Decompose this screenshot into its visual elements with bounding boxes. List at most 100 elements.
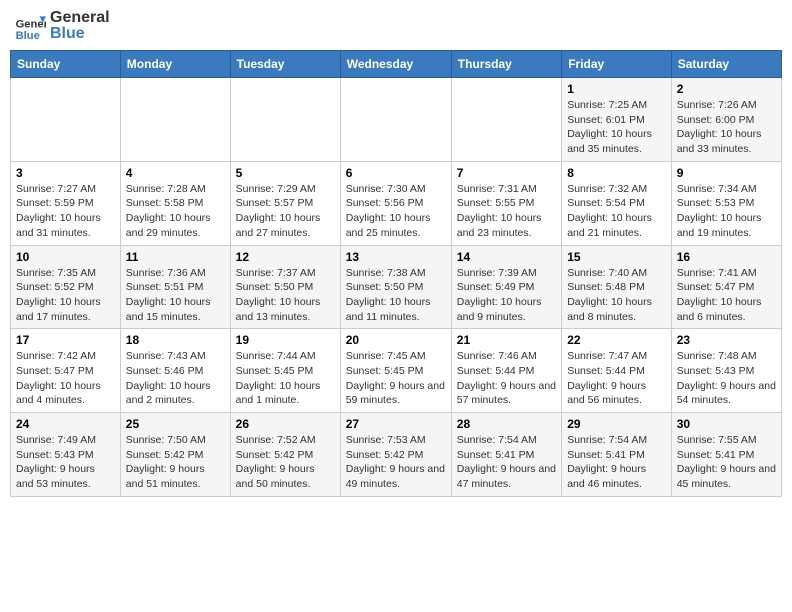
- day-header-saturday: Saturday: [671, 51, 781, 78]
- day-number: 5: [236, 166, 335, 180]
- calendar-cell: 28 Sunrise: 7:54 AM Sunset: 5:41 PM Dayli…: [451, 413, 561, 497]
- day-number: 25: [126, 417, 225, 431]
- day-number: 20: [346, 333, 446, 347]
- day-number: 11: [126, 250, 225, 264]
- day-info: Sunrise: 7:26 AM Sunset: 6:00 PM Dayligh…: [677, 98, 776, 157]
- calendar-cell: 4 Sunrise: 7:28 AM Sunset: 5:58 PM Daylig…: [120, 161, 230, 245]
- calendar-cell: 17 Sunrise: 7:42 AM Sunset: 5:47 PM Dayli…: [11, 329, 121, 413]
- day-info: Sunrise: 7:41 AM Sunset: 5:47 PM Dayligh…: [677, 266, 776, 325]
- day-info: Sunrise: 7:40 AM Sunset: 5:48 PM Dayligh…: [567, 266, 666, 325]
- day-info: Sunrise: 7:48 AM Sunset: 5:43 PM Dayligh…: [677, 349, 776, 408]
- day-number: 16: [677, 250, 776, 264]
- day-number: 8: [567, 166, 666, 180]
- calendar-table: SundayMondayTuesdayWednesdayThursdayFrid…: [10, 50, 782, 497]
- day-info: Sunrise: 7:46 AM Sunset: 5:44 PM Dayligh…: [457, 349, 556, 408]
- page-header: General Blue General Blue: [10, 10, 782, 42]
- calendar-cell: 19 Sunrise: 7:44 AM Sunset: 5:45 PM Dayli…: [230, 329, 340, 413]
- calendar-cell: 3 Sunrise: 7:27 AM Sunset: 5:59 PM Daylig…: [11, 161, 121, 245]
- calendar-cell: 9 Sunrise: 7:34 AM Sunset: 5:53 PM Daylig…: [671, 161, 781, 245]
- calendar-cell: 29Sunrise: 7:54 AM Sunset: 5:41 PM Dayli…: [562, 413, 672, 497]
- day-info: Sunrise: 7:53 AM Sunset: 5:42 PM Dayligh…: [346, 433, 446, 492]
- calendar-cell: 15Sunrise: 7:40 AM Sunset: 5:48 PM Dayli…: [562, 245, 672, 329]
- calendar-cell: [340, 78, 451, 162]
- day-info: Sunrise: 7:47 AM Sunset: 5:44 PM Dayligh…: [567, 349, 666, 408]
- calendar-week-4: 17 Sunrise: 7:42 AM Sunset: 5:47 PM Dayli…: [11, 329, 782, 413]
- day-info: Sunrise: 7:32 AM Sunset: 5:54 PM Dayligh…: [567, 182, 666, 241]
- day-number: 10: [16, 250, 115, 264]
- calendar-cell: 23 Sunrise: 7:48 AM Sunset: 5:43 PM Dayli…: [671, 329, 781, 413]
- day-number: 3: [16, 166, 115, 180]
- day-info: Sunrise: 7:49 AM Sunset: 5:43 PM Dayligh…: [16, 433, 115, 492]
- day-info: Sunrise: 7:35 AM Sunset: 5:52 PM Dayligh…: [16, 266, 115, 325]
- day-header-thursday: Thursday: [451, 51, 561, 78]
- day-number: 28: [457, 417, 556, 431]
- calendar-cell: 6Sunrise: 7:30 AM Sunset: 5:56 PM Daylig…: [340, 161, 451, 245]
- day-info: Sunrise: 7:39 AM Sunset: 5:49 PM Dayligh…: [457, 266, 556, 325]
- day-number: 4: [126, 166, 225, 180]
- calendar-cell: 5 Sunrise: 7:29 AM Sunset: 5:57 PM Daylig…: [230, 161, 340, 245]
- calendar-cell: [11, 78, 121, 162]
- day-info: Sunrise: 7:34 AM Sunset: 5:53 PM Dayligh…: [677, 182, 776, 241]
- logo-general: General: [50, 10, 110, 26]
- day-info: Sunrise: 7:54 AM Sunset: 5:41 PM Dayligh…: [567, 433, 666, 492]
- day-info: Sunrise: 7:27 AM Sunset: 5:59 PM Dayligh…: [16, 182, 115, 241]
- day-info: Sunrise: 7:52 AM Sunset: 5:42 PM Dayligh…: [236, 433, 335, 492]
- day-info: Sunrise: 7:42 AM Sunset: 5:47 PM Dayligh…: [16, 349, 115, 408]
- day-header-monday: Monday: [120, 51, 230, 78]
- day-number: 18: [126, 333, 225, 347]
- day-number: 7: [457, 166, 556, 180]
- calendar-cell: 27 Sunrise: 7:53 AM Sunset: 5:42 PM Dayli…: [340, 413, 451, 497]
- calendar-cell: [120, 78, 230, 162]
- day-number: 21: [457, 333, 556, 347]
- day-number: 12: [236, 250, 335, 264]
- day-number: 22: [567, 333, 666, 347]
- day-info: Sunrise: 7:38 AM Sunset: 5:50 PM Dayligh…: [346, 266, 446, 325]
- svg-text:General: General: [16, 19, 46, 31]
- day-number: 23: [677, 333, 776, 347]
- day-info: Sunrise: 7:44 AM Sunset: 5:45 PM Dayligh…: [236, 349, 335, 408]
- calendar-cell: [230, 78, 340, 162]
- day-header-friday: Friday: [562, 51, 672, 78]
- calendar-cell: 8 Sunrise: 7:32 AM Sunset: 5:54 PM Daylig…: [562, 161, 672, 245]
- calendar-week-1: 1 Sunrise: 7:25 AM Sunset: 6:01 PM Daylig…: [11, 78, 782, 162]
- day-header-wednesday: Wednesday: [340, 51, 451, 78]
- day-info: Sunrise: 7:50 AM Sunset: 5:42 PM Dayligh…: [126, 433, 225, 492]
- logo-icon: General Blue: [14, 10, 46, 42]
- day-number: 19: [236, 333, 335, 347]
- calendar-week-5: 24 Sunrise: 7:49 AM Sunset: 5:43 PM Dayli…: [11, 413, 782, 497]
- day-number: 2: [677, 82, 776, 96]
- day-info: Sunrise: 7:29 AM Sunset: 5:57 PM Dayligh…: [236, 182, 335, 241]
- day-number: 24: [16, 417, 115, 431]
- calendar-cell: 1 Sunrise: 7:25 AM Sunset: 6:01 PM Daylig…: [562, 78, 672, 162]
- day-info: Sunrise: 7:45 AM Sunset: 5:45 PM Dayligh…: [346, 349, 446, 408]
- calendar-cell: 25 Sunrise: 7:50 AM Sunset: 5:42 PM Dayli…: [120, 413, 230, 497]
- day-number: 17: [16, 333, 115, 347]
- day-number: 9: [677, 166, 776, 180]
- day-number: 27: [346, 417, 446, 431]
- calendar-cell: 20 Sunrise: 7:45 AM Sunset: 5:45 PM Dayli…: [340, 329, 451, 413]
- calendar-cell: 18Sunrise: 7:43 AM Sunset: 5:46 PM Dayli…: [120, 329, 230, 413]
- day-info: Sunrise: 7:30 AM Sunset: 5:56 PM Dayligh…: [346, 182, 446, 241]
- calendar-header-row: SundayMondayTuesdayWednesdayThursdayFrid…: [11, 51, 782, 78]
- day-info: Sunrise: 7:36 AM Sunset: 5:51 PM Dayligh…: [126, 266, 225, 325]
- day-info: Sunrise: 7:55 AM Sunset: 5:41 PM Dayligh…: [677, 433, 776, 492]
- calendar-cell: 22 Sunrise: 7:47 AM Sunset: 5:44 PM Dayli…: [562, 329, 672, 413]
- calendar-cell: 30 Sunrise: 7:55 AM Sunset: 5:41 PM Dayli…: [671, 413, 781, 497]
- logo: General Blue General Blue: [14, 10, 110, 42]
- day-header-tuesday: Tuesday: [230, 51, 340, 78]
- day-number: 30: [677, 417, 776, 431]
- day-info: Sunrise: 7:54 AM Sunset: 5:41 PM Dayligh…: [457, 433, 556, 492]
- calendar-cell: 24 Sunrise: 7:49 AM Sunset: 5:43 PM Dayli…: [11, 413, 121, 497]
- calendar-week-2: 3 Sunrise: 7:27 AM Sunset: 5:59 PM Daylig…: [11, 161, 782, 245]
- logo-blue: Blue: [50, 26, 110, 42]
- calendar-cell: 12Sunrise: 7:37 AM Sunset: 5:50 PM Dayli…: [230, 245, 340, 329]
- day-info: Sunrise: 7:28 AM Sunset: 5:58 PM Dayligh…: [126, 182, 225, 241]
- day-number: 1: [567, 82, 666, 96]
- calendar-cell: 13Sunrise: 7:38 AM Sunset: 5:50 PM Dayli…: [340, 245, 451, 329]
- svg-text:Blue: Blue: [16, 30, 40, 42]
- calendar-week-3: 10 Sunrise: 7:35 AM Sunset: 5:52 PM Dayli…: [11, 245, 782, 329]
- day-header-sunday: Sunday: [11, 51, 121, 78]
- day-info: Sunrise: 7:25 AM Sunset: 6:01 PM Dayligh…: [567, 98, 666, 157]
- day-info: Sunrise: 7:31 AM Sunset: 5:55 PM Dayligh…: [457, 182, 556, 241]
- calendar-cell: 11 Sunrise: 7:36 AM Sunset: 5:51 PM Dayli…: [120, 245, 230, 329]
